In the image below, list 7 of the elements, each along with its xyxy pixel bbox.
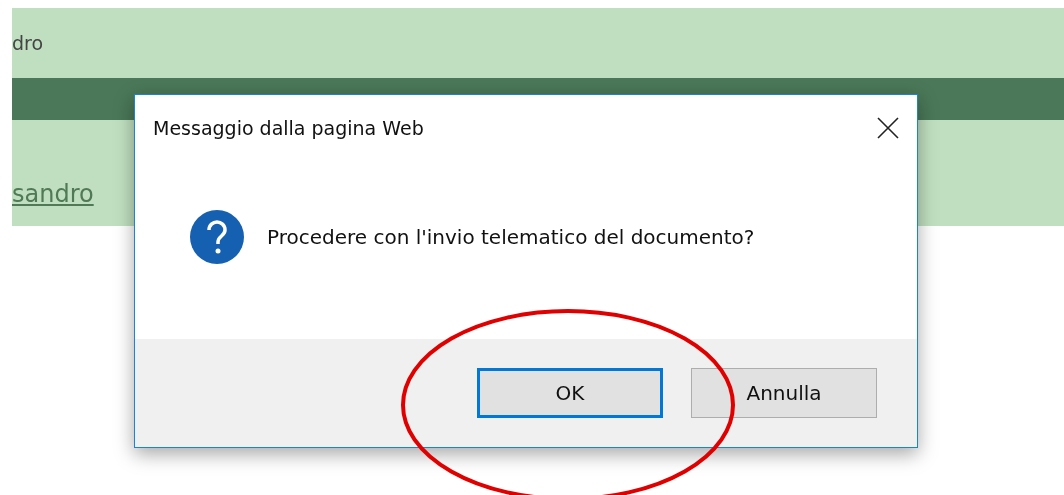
dialog-title: Messaggio dalla pagina Web (153, 115, 424, 141)
header-text: dro (12, 30, 44, 56)
cancel-button[interactable]: Annulla (691, 368, 877, 418)
ok-button[interactable]: OK (477, 368, 663, 418)
dialog-message: Procedere con l'invio telematico del documento? (267, 224, 755, 251)
close-icon[interactable] (877, 117, 899, 139)
question-icon (189, 209, 245, 265)
